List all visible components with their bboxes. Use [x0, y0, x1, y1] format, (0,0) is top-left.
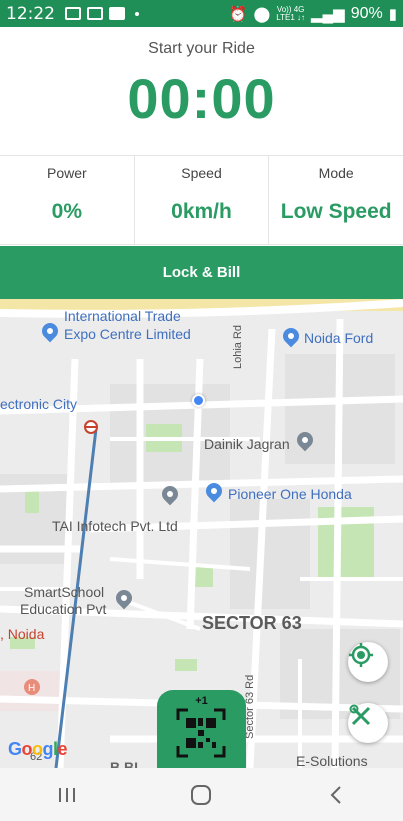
poi-label-pioneer: Pioneer One Honda: [228, 486, 352, 502]
stat-label: Speed: [181, 165, 222, 181]
app-notification-icon: [109, 7, 125, 20]
back-icon: [330, 785, 341, 804]
area-label-b-block: B BL: [110, 759, 143, 768]
tools-icon: [349, 704, 371, 726]
system-nav-bar: [0, 768, 403, 821]
network-type: Vo)) 4G LTE1 ↓↑: [276, 4, 305, 22]
ride-title: Start your Ride: [148, 40, 255, 57]
poi-label-tai: TAI Infotech Pvt. Ltd: [52, 518, 178, 534]
poi-label-noida-ford: Noida Ford: [304, 330, 374, 346]
scan-qr-button[interactable]: +1: [157, 690, 246, 768]
stat-value: 0km/h: [171, 200, 232, 223]
stat-label: Mode: [318, 165, 354, 181]
back-button[interactable]: [306, 775, 366, 815]
area-label-noida: , Noida: [0, 626, 45, 642]
status-bar: 12:22 ⏰ ⬤ Vo)) 4G LTE1 ↓↑ ▂▄▆ 90% ▮: [0, 0, 403, 27]
current-location-dot: [192, 394, 205, 407]
stat-power: Power 0%: [0, 156, 135, 244]
stat-mode: Mode Low Speed: [269, 156, 403, 244]
stat-value: 0%: [51, 200, 83, 223]
battery-icon: ▮: [388, 5, 397, 23]
map-view[interactable]: H International Trade Expo Centre Limite…: [0, 299, 403, 768]
poi-label-esolutions: E-Solutions: [296, 753, 368, 768]
location-icon: ⬤: [253, 5, 271, 23]
stat-value: Low Speed: [280, 200, 392, 223]
qr-code-icon: [176, 708, 226, 758]
stat-speed: Speed 0km/h: [135, 156, 270, 244]
stat-label: Power: [46, 165, 87, 181]
poi-label-dainik: Dainik Jagran: [204, 436, 290, 452]
poi-label-expo: International Trade: [64, 308, 181, 324]
area-label-sector-63: SECTOR 63: [202, 613, 302, 633]
cast-icon: [87, 7, 103, 20]
lock-and-bill-button[interactable]: Lock & Bill: [0, 246, 403, 299]
scan-badge: +1: [195, 695, 208, 707]
gallery-icon: [65, 7, 81, 20]
poi-label-smartschool: SmartSchool: [24, 584, 105, 600]
battery-level: 90%: [350, 4, 383, 22]
ride-stats: Power 0% Speed 0km/h Mode Low Speed: [0, 155, 403, 245]
poi-label-smartschool: Education Pvt: [20, 601, 107, 617]
target-icon: [349, 643, 373, 667]
recents-button[interactable]: [37, 775, 97, 815]
ride-timer: 00:00: [127, 67, 276, 130]
home-button[interactable]: [171, 775, 231, 815]
poi-label-electronic-city: ectronic City: [0, 396, 78, 412]
svg-text:H: H: [28, 683, 35, 694]
support-tools-button[interactable]: [348, 703, 388, 743]
clock: 12:22: [6, 3, 55, 24]
recents-icon: [59, 787, 76, 802]
my-location-button[interactable]: [348, 642, 388, 682]
status-right: ⏰ ⬤ Vo)) 4G LTE1 ↓↑ ▂▄▆ 90% ▮: [229, 5, 397, 23]
more-notifications-icon: [135, 11, 139, 16]
google-logo: Google: [8, 739, 68, 759]
road-label-lohia: Lohia Rd: [232, 324, 244, 369]
signal-icon: ▂▄▆: [311, 5, 345, 23]
alarm-icon: ⏰: [228, 5, 248, 23]
ride-header: Start your Ride 00:00: [0, 27, 403, 155]
home-icon: [191, 784, 212, 805]
poi-label-expo: Expo Centre Limited: [64, 326, 191, 342]
